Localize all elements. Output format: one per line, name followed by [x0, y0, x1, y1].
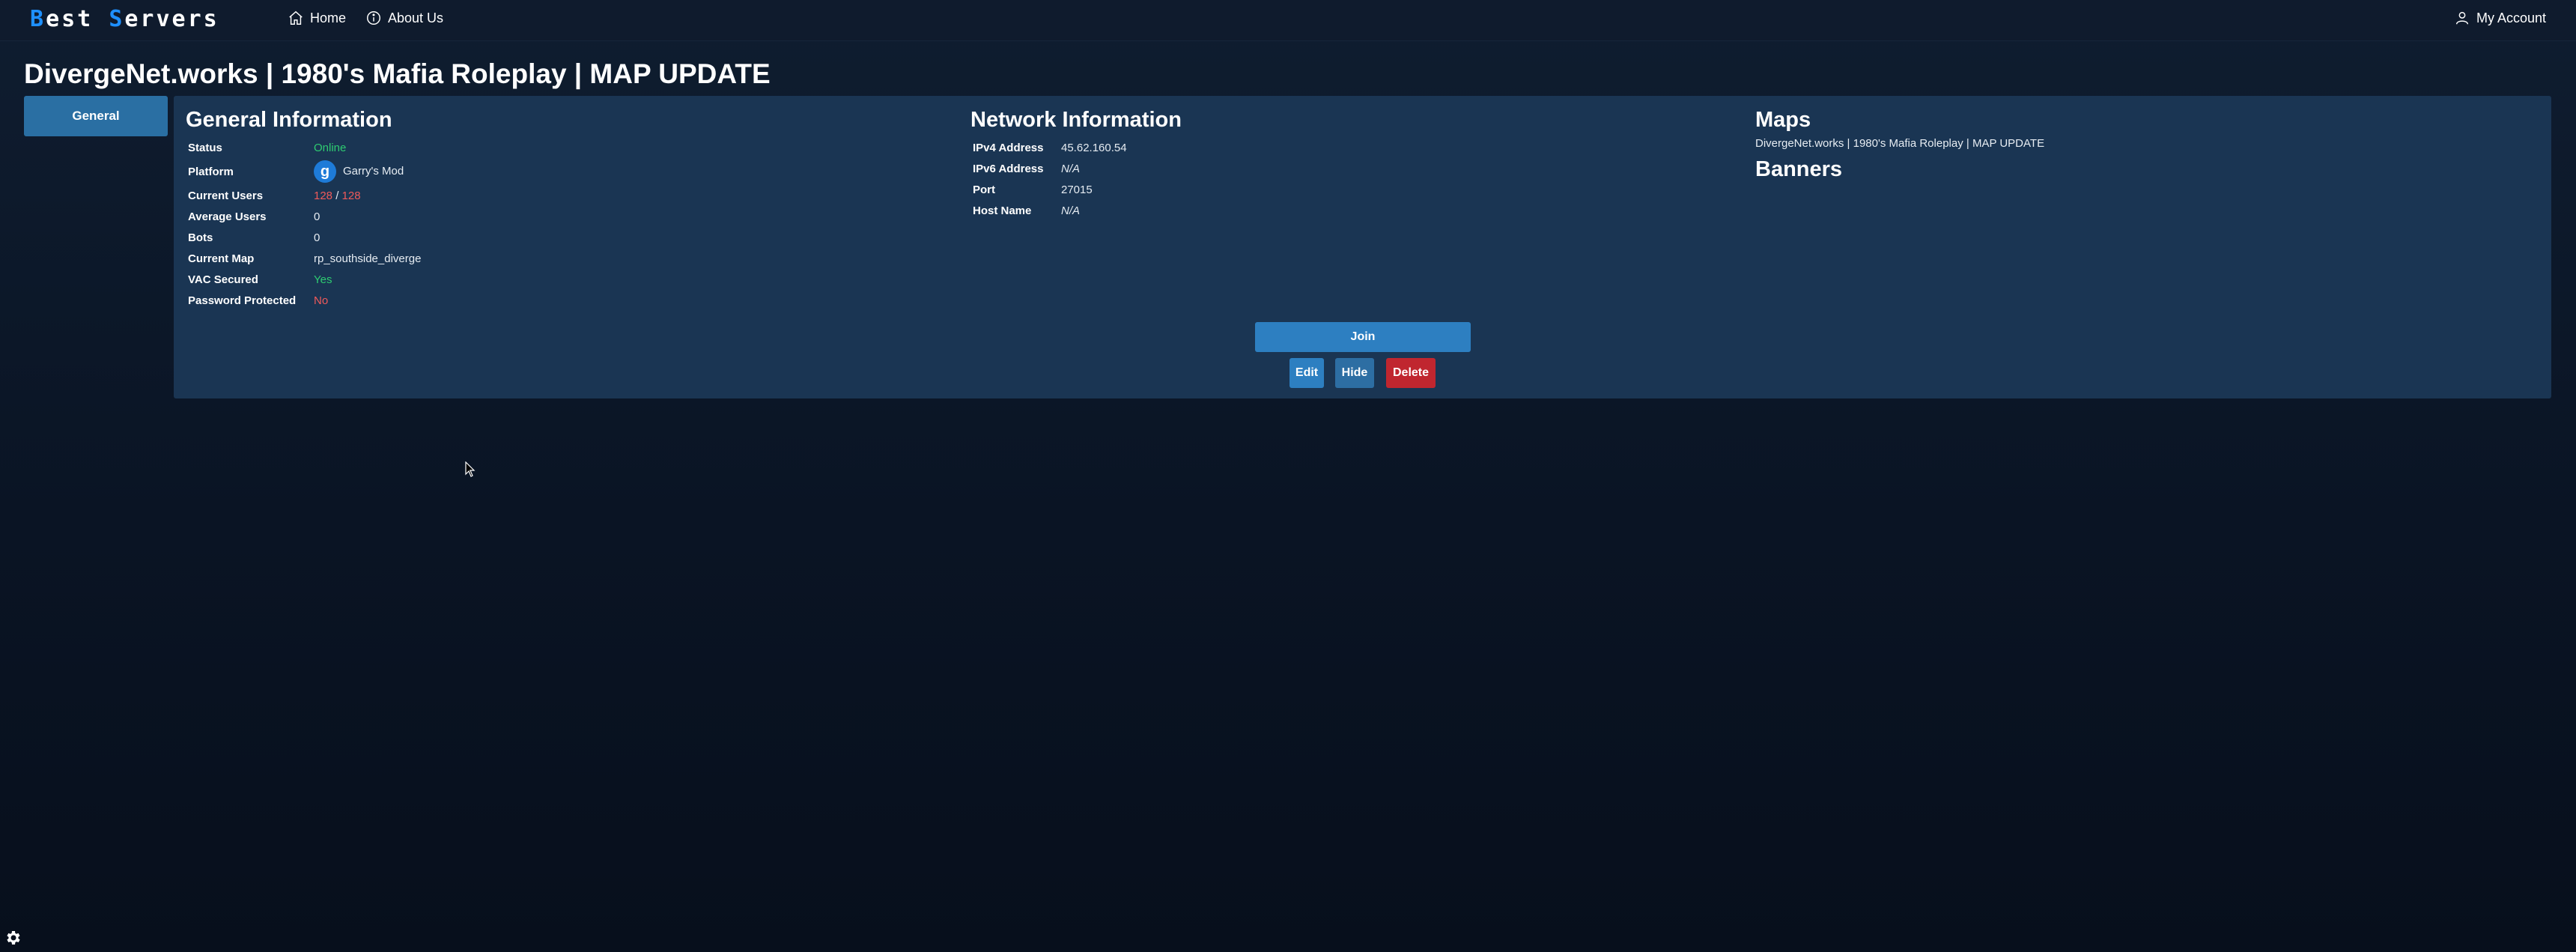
nav-account-link[interactable]: My Account	[2454, 10, 2546, 26]
ipv4-row: IPv4 Address 45.62.160.54	[970, 137, 1719, 158]
general-information-section: General Information Status Online Platfo…	[186, 108, 935, 311]
info-icon	[367, 11, 380, 25]
site-logo[interactable]: Best Servers	[30, 6, 219, 32]
maps-section: Maps DivergeNet.works | 1980's Mafia Rol…	[1755, 108, 2504, 187]
nav-about-link[interactable]: About Us	[365, 10, 443, 26]
user-icon	[2455, 11, 2469, 25]
vac-label: VAC Secured	[188, 273, 258, 286]
general-information-title: General Information	[186, 108, 392, 132]
average-users-row: Average Users 0	[186, 206, 935, 227]
network-information-section: Network Information IPv4 Address 45.62.1…	[970, 108, 1719, 221]
platform-value-wrapper: g Garry's Mod	[314, 160, 404, 183]
ipv6-row: IPv6 Address N/A	[970, 158, 1719, 179]
current-users-value: 128 / 128	[314, 190, 361, 202]
server-details-panel: General Information Status Online Platfo…	[174, 96, 2551, 398]
nav-account-label: My Account	[2476, 10, 2546, 25]
vac-row: VAC Secured Yes	[186, 269, 935, 290]
ipv4-label: IPv4 Address	[973, 141, 1044, 154]
password-row: Password Protected No	[186, 290, 935, 311]
maps-entry: DivergeNet.works | 1980's Mafia Roleplay…	[1755, 137, 2045, 150]
status-row: Status Online	[186, 137, 935, 158]
ipv6-value: N/A	[1061, 162, 1081, 175]
password-label: Password Protected	[188, 294, 297, 307]
gmod-icon-glyph: g	[320, 163, 330, 180]
maps-title: Maps	[1755, 108, 1811, 132]
port-value: 27015	[1061, 183, 1093, 196]
status-value: Online	[314, 141, 347, 154]
users-separator: /	[335, 189, 339, 202]
platform-value: Garry's Mod	[343, 164, 404, 178]
current-users-label: Current Users	[188, 189, 264, 202]
current-users-row: Current Users 128 / 128	[186, 185, 935, 206]
port-label: Port	[973, 183, 995, 196]
banners-title: Banners	[1755, 157, 1843, 181]
hide-button[interactable]: Hide	[1335, 358, 1374, 388]
hostname-label: Host Name	[973, 204, 1032, 217]
max-users-count: 128	[341, 189, 361, 202]
nav-about-label: About Us	[388, 10, 444, 25]
nav-home-link[interactable]: Home	[288, 10, 346, 26]
gmod-icon: g	[314, 160, 336, 183]
vac-value: Yes	[314, 273, 332, 286]
ipv6-label: IPv6 Address	[973, 162, 1044, 175]
delete-button[interactable]: Delete	[1386, 358, 1436, 388]
bots-row: Bots 0	[186, 227, 935, 248]
mouse-cursor-icon	[465, 461, 476, 477]
current-users-count: 128	[314, 189, 333, 202]
edit-button[interactable]: Edit	[1289, 358, 1324, 388]
bots-label: Bots	[188, 231, 213, 244]
password-value: No	[314, 294, 329, 307]
current-map-row: Current Map rp_southside_diverge	[186, 248, 935, 269]
hostname-value: N/A	[1061, 204, 1081, 217]
network-information-title: Network Information	[970, 108, 1182, 132]
nav-home-label: Home	[310, 10, 347, 25]
status-label: Status	[188, 141, 222, 154]
current-map-value: rp_southside_diverge	[314, 252, 422, 265]
port-row: Port 27015	[970, 179, 1719, 200]
average-users-value: 0	[314, 210, 321, 223]
current-map-label: Current Map	[188, 252, 255, 265]
hostname-row: Host Name N/A	[970, 200, 1719, 221]
tab-general[interactable]: General	[24, 96, 168, 136]
platform-label: Platform	[188, 165, 234, 178]
platform-row: Platform g Garry's Mod	[186, 158, 935, 185]
top-navbar: Best Servers Home About Us My Account	[0, 0, 2576, 41]
page-title: DivergeNet.works | 1980's Mafia Roleplay…	[24, 58, 771, 89]
home-icon	[289, 10, 303, 25]
average-users-label: Average Users	[188, 210, 267, 223]
join-button[interactable]: Join	[1255, 322, 1471, 352]
bots-value: 0	[314, 231, 321, 244]
gear-icon[interactable]	[4, 929, 22, 947]
ipv4-value: 45.62.160.54	[1061, 141, 1127, 154]
